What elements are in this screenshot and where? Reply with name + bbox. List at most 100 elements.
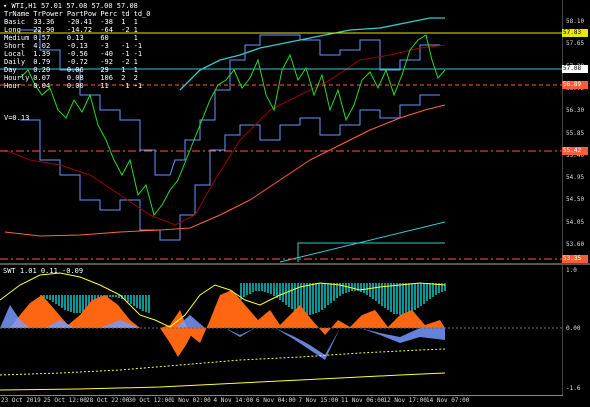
table-row: Medium 0.57 0.13 60 1 bbox=[4, 34, 154, 42]
time-tick-label: 1 Nov 02:00 bbox=[171, 397, 211, 404]
table-cell: 1 bbox=[121, 66, 126, 74]
yellow-lower-line bbox=[0, 348, 446, 376]
histogram-bar bbox=[267, 283, 269, 293]
histogram-bar bbox=[369, 283, 371, 297]
trend-line-cyan bbox=[279, 221, 446, 263]
table-cell: 2 bbox=[121, 74, 126, 82]
table-cell: Hourly bbox=[4, 74, 30, 82]
time-tick-label: 7 Nov 15:00 bbox=[298, 397, 339, 404]
main-price-panel[interactable]: ▾ WTI,H1 57.01 57.08 57.00 57.08 TrName T… bbox=[0, 0, 563, 263]
price-tick-label: 56.30 bbox=[566, 107, 585, 115]
table-row: Long 22.90 -14.72 -64 -2 1 bbox=[4, 26, 154, 34]
oscillator-axis[interactable]: 1.0 0.00 -1.6 bbox=[563, 265, 590, 395]
table-cell: Day bbox=[4, 66, 17, 74]
table-cell: -1 bbox=[121, 82, 130, 90]
histogram-bar bbox=[252, 283, 254, 292]
time-tick-label: 30 Oct 12:00 bbox=[128, 397, 172, 404]
histogram-bar bbox=[46, 295, 48, 299]
histogram-bar bbox=[55, 295, 57, 304]
price-tick-label: 54.95 bbox=[566, 174, 585, 182]
table-cell: 1.39 bbox=[33, 50, 51, 58]
price-axis[interactable]: 58.1057.6557.2056.7556.3055.8555.4054.95… bbox=[562, 0, 590, 263]
time-axis[interactable]: 23 Oct 2019 25 Oct 12:00 28 Oct 22:00 30 Oc… bbox=[0, 395, 563, 407]
table-cell: 1 bbox=[133, 18, 138, 26]
histogram-bar bbox=[130, 295, 132, 304]
histogram-bar bbox=[420, 283, 422, 306]
histogram-bar bbox=[318, 283, 320, 312]
histogram-bar bbox=[49, 295, 51, 300]
table-cell: Short bbox=[4, 42, 26, 50]
time-tick-label: 12 Nov 17:00 bbox=[383, 397, 427, 404]
table-cell: -14.72 bbox=[66, 26, 93, 34]
table-row: Hour 0.04 0.00 11 -1 -1 bbox=[4, 82, 154, 90]
histogram-bar bbox=[411, 283, 413, 312]
time-tick-label: 6 Nov 04:00 bbox=[256, 397, 296, 404]
price-tick-label: 54.50 bbox=[566, 196, 585, 204]
table-cell: -40 bbox=[100, 50, 113, 58]
histogram-bar bbox=[109, 295, 111, 297]
table-cell: Basic bbox=[4, 18, 26, 26]
table-row: Basic 33.36 -20.41 -38 1 1 bbox=[4, 18, 154, 26]
histogram-bar bbox=[315, 283, 317, 313]
oscillator-panel[interactable]: SWT 1.01 0.11 -0.09 bbox=[0, 265, 563, 395]
chart-title: WTI,H1 57.01 57.08 57.00 57.08 bbox=[11, 2, 138, 10]
histogram-bar bbox=[321, 283, 323, 310]
table-cell: -1 bbox=[121, 50, 130, 58]
price-tick-label: 54.05 bbox=[566, 218, 585, 226]
table-cell: 0.79 bbox=[33, 58, 51, 66]
table-cell: 0.08 bbox=[66, 74, 84, 82]
histogram-bar bbox=[294, 283, 296, 311]
histogram-bar bbox=[246, 283, 248, 295]
histogram-bar bbox=[429, 283, 431, 299]
histogram-bar bbox=[127, 295, 129, 302]
table-cell: 22.90 bbox=[33, 26, 55, 34]
collapse-arrow-icon[interactable]: ▾ bbox=[3, 2, 7, 10]
price-tick-label: 57.65 bbox=[566, 40, 585, 48]
histogram-bar bbox=[360, 283, 362, 292]
histogram-bar bbox=[142, 295, 144, 311]
table-cell: 106 bbox=[100, 74, 113, 82]
histogram-bar bbox=[279, 283, 281, 300]
time-tick-label: 11 Nov 06:00 bbox=[341, 397, 385, 404]
histogram-bar bbox=[423, 283, 425, 304]
table-cell: -2 bbox=[121, 58, 130, 66]
histogram-bar bbox=[288, 283, 290, 307]
histogram-bar bbox=[264, 283, 266, 292]
histogram-bar bbox=[61, 295, 63, 308]
time-tick-label: 25 Oct 12:00 bbox=[43, 397, 87, 404]
histogram-bar bbox=[73, 295, 75, 313]
price-tick-label: 58.10 bbox=[566, 18, 585, 25]
histogram-bar bbox=[148, 295, 150, 313]
histogram-bar bbox=[79, 295, 81, 313]
table-cell: TrName bbox=[4, 10, 30, 18]
table-cell: -92 bbox=[100, 58, 113, 66]
table-header-row: TrName TrPower PartPow Perc td td_0 bbox=[4, 10, 154, 18]
table-cell: 0.06 bbox=[66, 66, 84, 74]
oscillator-title: SWT 1.01 0.11 -0.09 bbox=[3, 267, 84, 275]
table-cell: 0.57 bbox=[33, 34, 51, 42]
oscillator-plot bbox=[0, 265, 563, 395]
table-cell: -38 bbox=[100, 18, 113, 26]
histogram-bar bbox=[115, 295, 117, 297]
yellow-bottom-line bbox=[0, 372, 446, 391]
histogram-bar bbox=[270, 283, 272, 294]
histogram-bar bbox=[426, 283, 428, 301]
table-cell: 1 bbox=[133, 66, 138, 74]
histogram-bar bbox=[363, 283, 365, 293]
price-tag: 55.42 bbox=[562, 147, 588, 155]
table-cell: Hour bbox=[4, 82, 21, 90]
histogram-bar bbox=[396, 283, 398, 314]
histogram-bar bbox=[133, 295, 135, 306]
histogram-bar bbox=[417, 283, 419, 308]
table-cell: Local bbox=[4, 50, 26, 58]
time-tick-label: 14 Nov 07:00 bbox=[426, 397, 470, 404]
histogram-bar bbox=[52, 295, 54, 302]
table-cell: td_0 bbox=[133, 10, 151, 18]
histogram-bar bbox=[327, 283, 329, 305]
histogram-bar bbox=[145, 295, 147, 312]
channel-lower-line bbox=[20, 94, 440, 241]
oscillator-tick-label: 0.00 bbox=[566, 325, 581, 332]
chart-window: ▾ WTI,H1 57.01 57.08 57.00 57.08 TrName T… bbox=[0, 0, 590, 407]
table-cell: Daily bbox=[4, 58, 26, 66]
histogram-bar bbox=[249, 283, 251, 294]
